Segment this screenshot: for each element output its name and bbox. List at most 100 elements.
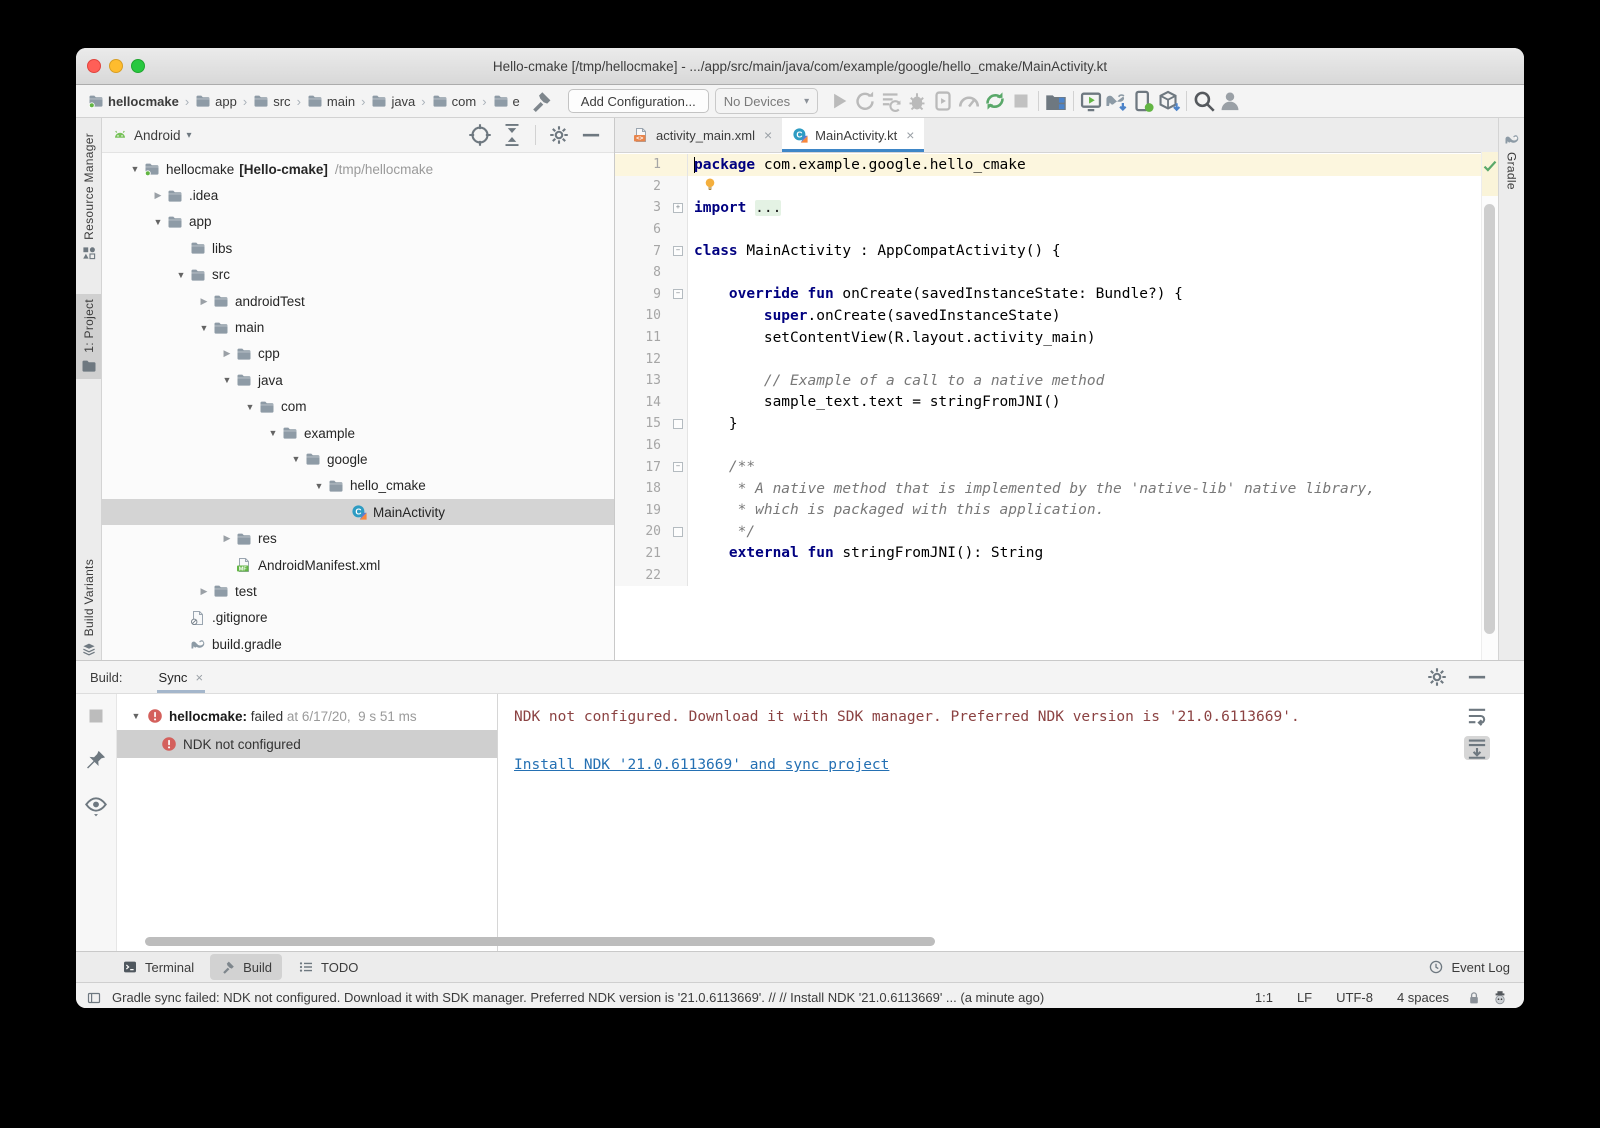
tree-item-src[interactable]: ▼src — [102, 262, 614, 288]
line-separator-widget[interactable]: LF — [1290, 990, 1319, 1005]
tree-item-java[interactable]: ▼java — [102, 367, 614, 393]
fold-marker-icon[interactable] — [673, 419, 683, 429]
tree-item-build-gradle[interactable]: build.gradle — [102, 631, 614, 657]
tree-item-androidmanifest-xml[interactable]: MFAndroidManifest.xml — [102, 552, 614, 578]
code-line-21[interactable]: 21 external fun stringFromJNI(): String — [615, 543, 1482, 565]
fold-marker-icon[interactable]: + — [673, 203, 683, 213]
tree-open-arrow-icon[interactable]: ▼ — [197, 323, 211, 333]
fold-marker-icon[interactable]: − — [673, 246, 683, 256]
code-line-7[interactable]: 7−class MainActivity : AppCompatActivity… — [615, 240, 1482, 262]
tool-window-tab-terminal[interactable]: Terminal — [112, 954, 204, 980]
tree-item-app[interactable]: ▼app — [102, 209, 614, 235]
search-everywhere-button[interactable] — [1191, 89, 1217, 113]
tree-open-arrow-icon[interactable]: ▼ — [129, 711, 143, 721]
soft-wrap-button[interactable] — [1464, 704, 1490, 728]
tree-open-arrow-icon[interactable]: ▼ — [243, 402, 257, 412]
encoding-widget[interactable]: UTF-8 — [1329, 990, 1380, 1005]
code-editor[interactable]: 1package com.example.google.hello_cmake2… — [615, 152, 1482, 660]
breadcrumb-item-src[interactable]: src — [251, 93, 292, 109]
tree-item-mainactivity[interactable]: CMainActivity — [102, 499, 614, 525]
device-manager-button[interactable] — [1130, 89, 1156, 113]
tree-item-main[interactable]: ▼main — [102, 314, 614, 340]
editor-tab-activity-main-xml[interactable]: <>activity_main.xml× — [623, 118, 782, 152]
run-button[interactable] — [826, 89, 852, 113]
tree-item-androidtest[interactable]: ▶androidTest — [102, 288, 614, 314]
tree-open-arrow-icon[interactable]: ▼ — [266, 428, 280, 438]
tree-open-arrow-icon[interactable]: ▼ — [174, 270, 188, 280]
tree-item--gitignore[interactable]: .gitignore — [102, 605, 614, 631]
tree-closed-arrow-icon[interactable]: ▶ — [197, 586, 211, 597]
code-line-18[interactable]: 18 * A native method that is implemented… — [615, 478, 1482, 500]
sdk-manager-button[interactable] — [1156, 89, 1182, 113]
scroll-to-end-button[interactable] — [1464, 736, 1490, 760]
code-line-19[interactable]: 19 * which is packaged with this applica… — [615, 500, 1482, 522]
tree-item--idea[interactable]: ▶.idea — [102, 182, 614, 208]
tool-strip-build-variants[interactable]: Build Variants — [76, 554, 101, 662]
hide-panel-icon[interactable] — [578, 123, 604, 147]
code-line-10[interactable]: 10 super.onCreate(savedInstanceState) — [615, 305, 1482, 327]
build-tree-item-1[interactable]: NDK not configured — [117, 730, 497, 758]
tree-item-example[interactable]: ▼example — [102, 420, 614, 446]
tree-item-com[interactable]: ▼com — [102, 394, 614, 420]
add-configuration-button[interactable]: Add Configuration... — [568, 89, 709, 113]
tree-item-hello-cmake[interactable]: ▼hello_cmake — [102, 473, 614, 499]
editor-vertical-scrollbar[interactable] — [1484, 204, 1495, 634]
project-view-selector[interactable]: Android — [134, 128, 181, 143]
tree-closed-arrow-icon[interactable]: ▶ — [197, 296, 211, 307]
tree-open-arrow-icon[interactable]: ▼ — [289, 454, 303, 464]
locate-file-icon[interactable] — [467, 123, 493, 147]
code-line-20[interactable]: 20 */ — [615, 521, 1482, 543]
breadcrumb-item-main[interactable]: main — [305, 93, 357, 109]
attach-debugger-button[interactable] — [930, 89, 956, 113]
breadcrumb-item-com[interactable]: com — [430, 93, 479, 109]
user-avatar-button[interactable] — [1217, 89, 1243, 113]
sync-project-button[interactable] — [1104, 89, 1130, 113]
minimize-window-button[interactable] — [109, 59, 123, 73]
tree-item-google[interactable]: ▼google — [102, 446, 614, 472]
tree-closed-arrow-icon[interactable]: ▶ — [220, 533, 234, 544]
apply-changes-restart-button[interactable] — [852, 89, 878, 113]
caret-position-widget[interactable]: 1:1 — [1248, 990, 1280, 1005]
close-icon[interactable]: × — [906, 127, 914, 143]
code-line-14[interactable]: 14 sample_text.text = stringFromJNI() — [615, 392, 1482, 414]
tool-strip-1-project[interactable]: 1: Project — [76, 294, 101, 379]
breadcrumb-item-e[interactable]: e — [491, 93, 522, 109]
debug-button[interactable] — [904, 89, 930, 113]
fold-marker-icon[interactable]: − — [673, 289, 683, 299]
close-window-button[interactable] — [87, 59, 101, 73]
code-line-3[interactable]: 3+import ... — [615, 197, 1482, 219]
device-selector-dropdown[interactable]: No Devices ▾ — [715, 88, 819, 114]
gear-icon[interactable] — [1424, 665, 1450, 689]
code-line-2[interactable]: 2 — [615, 176, 1482, 198]
highlighting-level-icon[interactable] — [1492, 990, 1508, 1006]
code-line-17[interactable]: 17− /** — [615, 456, 1482, 478]
tree-item-res[interactable]: ▶res — [102, 525, 614, 551]
build-hammer-icon[interactable] — [528, 89, 554, 113]
build-horizontal-scrollbar[interactable] — [145, 937, 935, 946]
hide-panel-icon[interactable] — [1464, 665, 1490, 689]
tool-strip-gradle[interactable]: Gradle — [1499, 126, 1524, 195]
code-line-11[interactable]: 11 setContentView(R.layout.activity_main… — [615, 327, 1482, 349]
tree-closed-arrow-icon[interactable]: ▶ — [220, 348, 234, 359]
code-line-9[interactable]: 9− override fun onCreate(savedInstanceSt… — [615, 284, 1482, 306]
code-line-6[interactable]: 6 — [615, 219, 1482, 241]
toggle-tool-window-bars-icon[interactable] — [86, 990, 102, 1006]
tree-open-arrow-icon[interactable]: ▼ — [151, 217, 165, 227]
collapse-all-icon[interactable] — [499, 123, 525, 147]
code-line-22[interactable]: 22 — [615, 564, 1482, 586]
stop-button[interactable] — [1008, 89, 1034, 113]
build-tab-sync[interactable]: Sync × — [157, 661, 206, 693]
install-ndk-link[interactable]: Install NDK '21.0.6113669' and sync proj… — [514, 754, 889, 777]
pin-button[interactable] — [83, 748, 109, 772]
close-icon[interactable]: × — [195, 670, 203, 685]
close-icon[interactable]: × — [764, 127, 772, 143]
tree-item-cpp[interactable]: ▶cpp — [102, 341, 614, 367]
breadcrumb-item-app[interactable]: app — [193, 93, 239, 109]
event-log-button[interactable]: Event Log — [1428, 959, 1510, 975]
avd-manager-button[interactable] — [1078, 89, 1104, 113]
profile-button[interactable] — [956, 89, 982, 113]
tree-item-test[interactable]: ▶test — [102, 578, 614, 604]
code-line-13[interactable]: 13 // Example of a call to a native meth… — [615, 370, 1482, 392]
code-line-1[interactable]: 1package com.example.google.hello_cmake — [615, 154, 1482, 176]
tree-open-arrow-icon[interactable]: ▼ — [312, 481, 326, 491]
